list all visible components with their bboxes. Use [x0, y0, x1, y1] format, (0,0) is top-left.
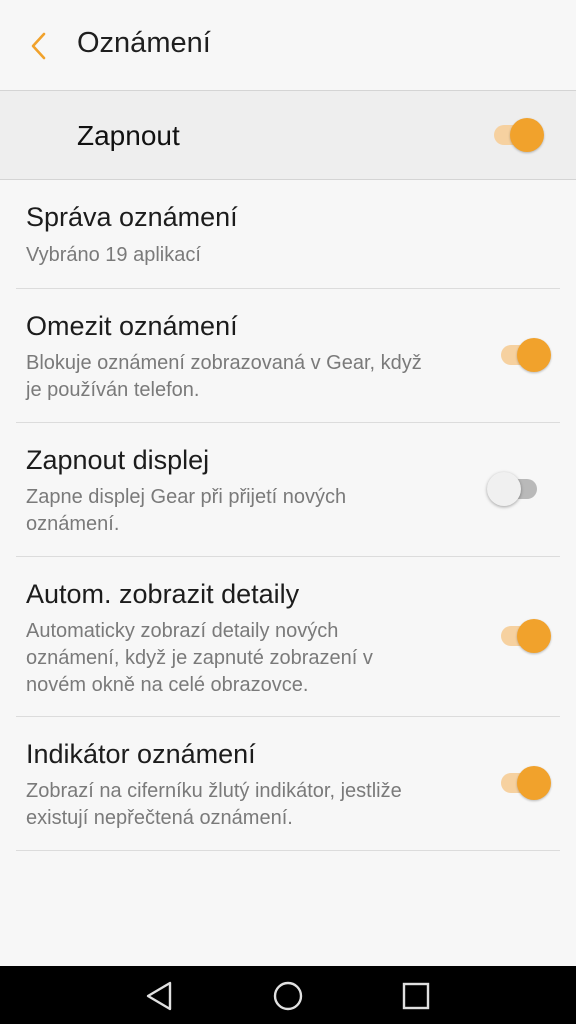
settings-item-turn-on-display[interactable]: Zapnout displej Zapne displej Gear při p… — [16, 423, 560, 557]
toggle-knob — [487, 472, 521, 506]
system-navigation-bar — [0, 966, 576, 1024]
chevron-left-icon — [31, 32, 46, 60]
app-header: Oznámení — [0, 0, 576, 91]
auto-show-details-toggle[interactable] — [499, 619, 551, 653]
toggle-knob — [517, 766, 551, 800]
settings-item-subtitle: Zobrazí na ciferníku žlutý indikátor, je… — [26, 780, 402, 829]
circle-home-icon — [273, 981, 303, 1011]
limit-notifications-toggle[interactable] — [499, 338, 551, 372]
triangle-back-icon — [146, 981, 172, 1011]
settings-item-limit-notifications[interactable]: Omezit oznámení Blokuje oznámení zobrazo… — [16, 289, 560, 423]
toggle-knob — [517, 338, 551, 372]
settings-item-auto-show-details[interactable]: Autom. zobrazit detaily Automaticky zobr… — [16, 557, 560, 717]
nav-recent-apps-button[interactable] — [398, 978, 434, 1014]
settings-item-subtitle: Automaticky zobrazí detaily nových oznám… — [26, 620, 373, 696]
master-switch-label: Zapnout — [77, 120, 180, 151]
back-button[interactable] — [22, 26, 56, 66]
nav-home-button[interactable] — [270, 978, 306, 1014]
master-toggle[interactable] — [492, 118, 544, 152]
settings-item-notification-indicator[interactable]: Indikátor oznámení Zobrazí na ciferníku … — [16, 717, 560, 851]
settings-item-title: Zapnout displej — [26, 445, 210, 475]
settings-item-title: Správa oznámení — [26, 202, 238, 232]
nav-back-button[interactable] — [142, 978, 178, 1014]
settings-item-title: Omezit oznámení — [26, 311, 238, 341]
master-switch-row[interactable]: Zapnout — [0, 91, 576, 180]
square-recent-icon — [402, 982, 430, 1010]
settings-item-manage-notifications[interactable]: Správa oznámení Vybráno 19 aplikací — [16, 180, 560, 289]
settings-item-subtitle: Blokuje oznámení zobrazovaná v Gear, kdy… — [26, 352, 422, 401]
turn-on-display-toggle[interactable] — [487, 472, 539, 506]
toggle-knob — [517, 619, 551, 653]
settings-item-subtitle: Zapne displej Gear při přijetí nových oz… — [26, 486, 347, 535]
page-title: Oznámení — [77, 27, 211, 59]
settings-item-title: Autom. zobrazit detaily — [26, 579, 300, 609]
settings-item-title: Indikátor oznámení — [26, 739, 256, 769]
notification-indicator-toggle[interactable] — [499, 766, 551, 800]
settings-item-subtitle: Vybráno 19 aplikací — [26, 244, 201, 266]
toggle-knob — [510, 118, 544, 152]
